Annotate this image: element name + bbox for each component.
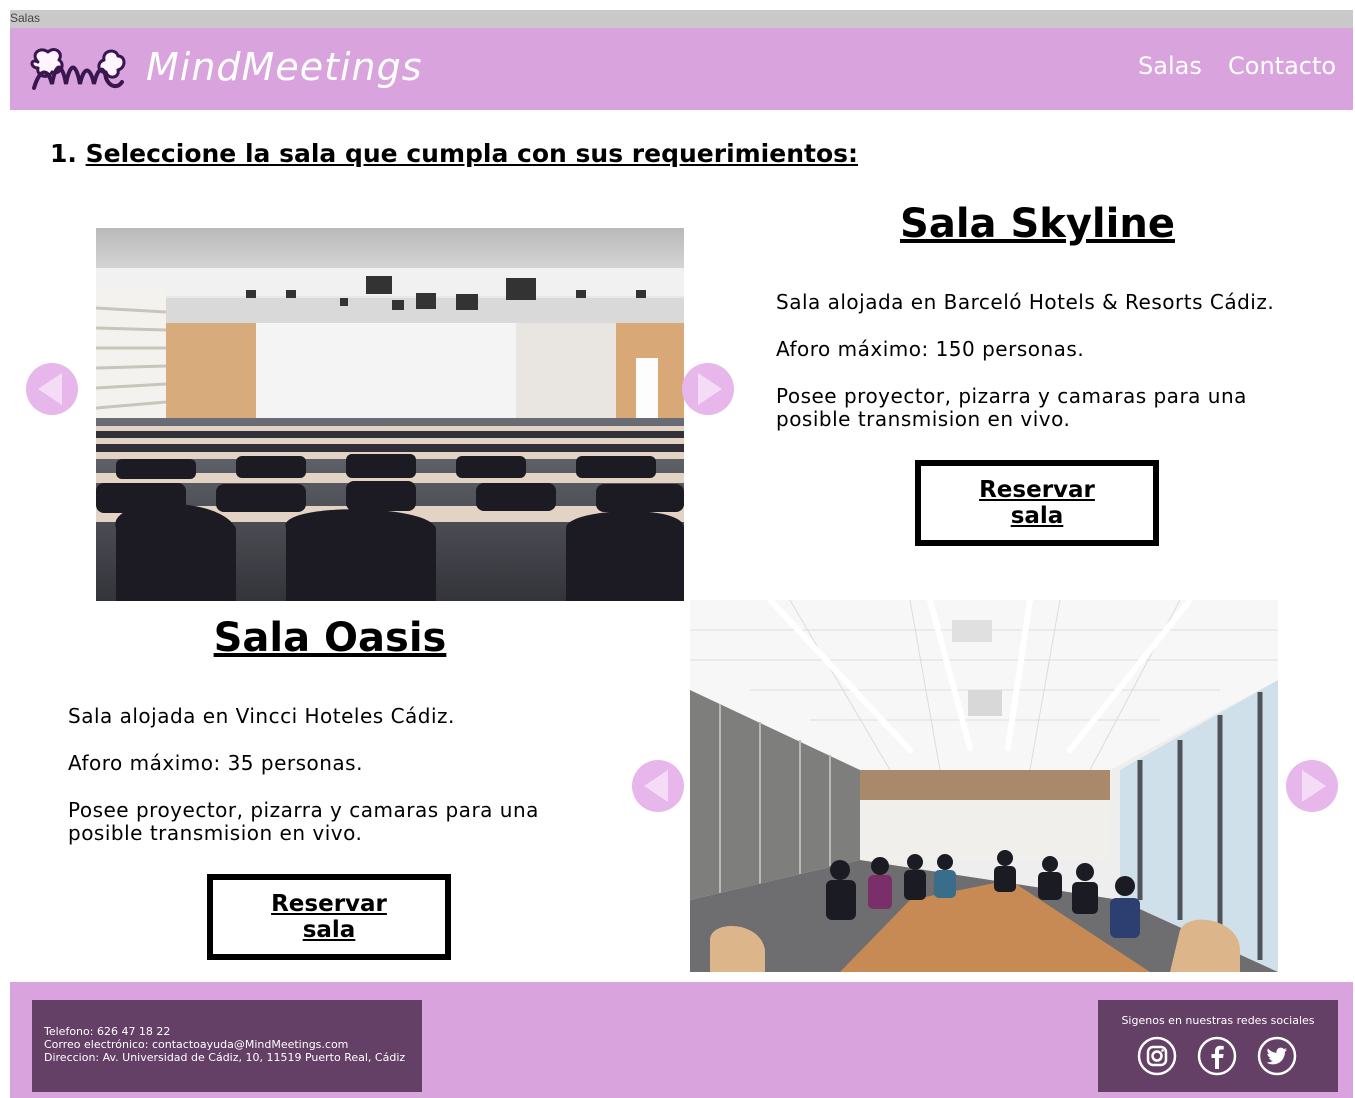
- room-capacity-oasis: Aforo máximo: 35 personas.: [68, 751, 363, 775]
- reserve-button-skyline[interactable]: Reservar sala: [915, 460, 1159, 546]
- room-photo-skyline: [96, 228, 684, 601]
- arrow-right-icon: [698, 373, 722, 405]
- room-features-skyline-2: posible transmision en vivo.: [776, 407, 1071, 431]
- page-heading: 1. Seleccione la sala que cumpla con sus…: [50, 138, 858, 170]
- footer-phone: Telefono: 626 47 18 22: [44, 1025, 171, 1038]
- room-title-skyline: Sala Skyline: [900, 201, 1175, 247]
- carousel-next-button-skyline[interactable]: [682, 363, 734, 415]
- instagram-icon[interactable]: [1137, 1036, 1177, 1076]
- carousel-prev-button-skyline[interactable]: [26, 363, 78, 415]
- reserve-button-oasis[interactable]: Reservar sala: [207, 874, 451, 960]
- arrow-left-icon: [644, 770, 668, 802]
- footer-address: Direccion: Av. Universidad de Cádiz, 10,…: [44, 1051, 406, 1064]
- reserve-button-label-1: Reservar: [979, 477, 1095, 503]
- footer-email[interactable]: Correo electrónico: contactoayuda@MindMe…: [44, 1038, 348, 1051]
- room-location-oasis: Sala alojada en Vincci Hoteles Cádiz.: [68, 704, 455, 728]
- facebook-icon[interactable]: [1197, 1036, 1237, 1076]
- carousel-prev-button-oasis[interactable]: [632, 760, 684, 812]
- room-features-oasis-1: Posee proyector, pizarra y camaras para …: [68, 798, 539, 822]
- logo-icon[interactable]: [26, 44, 128, 98]
- room-features-oasis-2: posible transmision en vivo.: [68, 821, 363, 845]
- reserve-button-label-2: sala: [1010, 503, 1064, 529]
- room-location-skyline: Sala alojada en Barceló Hotels & Resorts…: [776, 290, 1275, 314]
- nav-link-salas[interactable]: Salas: [1138, 50, 1202, 82]
- nav-link-contacto[interactable]: Contacto: [1228, 50, 1336, 82]
- arrow-left-icon: [38, 373, 62, 405]
- heading-text: Seleccione la sala que cumpla con sus re…: [85, 139, 859, 168]
- room-features-skyline-1: Posee proyector, pizarra y camaras para …: [776, 384, 1247, 408]
- arrow-right-icon: [1302, 770, 1326, 802]
- brand-name[interactable]: MindMeetings: [146, 44, 423, 90]
- carousel-next-button-oasis[interactable]: [1286, 760, 1338, 812]
- browser-tab-label[interactable]: Salas: [10, 10, 40, 26]
- twitter-icon[interactable]: [1257, 1036, 1297, 1076]
- reserve-button-label-2: sala: [302, 917, 356, 943]
- room-title-oasis: Sala Oasis: [213, 615, 447, 661]
- room-photo-oasis: [690, 600, 1278, 972]
- reserve-button-label-1: Reservar: [271, 891, 387, 917]
- step-number: 1.: [50, 139, 77, 168]
- room-capacity-skyline: Aforo máximo: 150 personas.: [776, 337, 1085, 361]
- social-label: Sigenos en nuestras redes sociales: [1121, 1014, 1315, 1027]
- browser-tab-strip: [10, 10, 1353, 28]
